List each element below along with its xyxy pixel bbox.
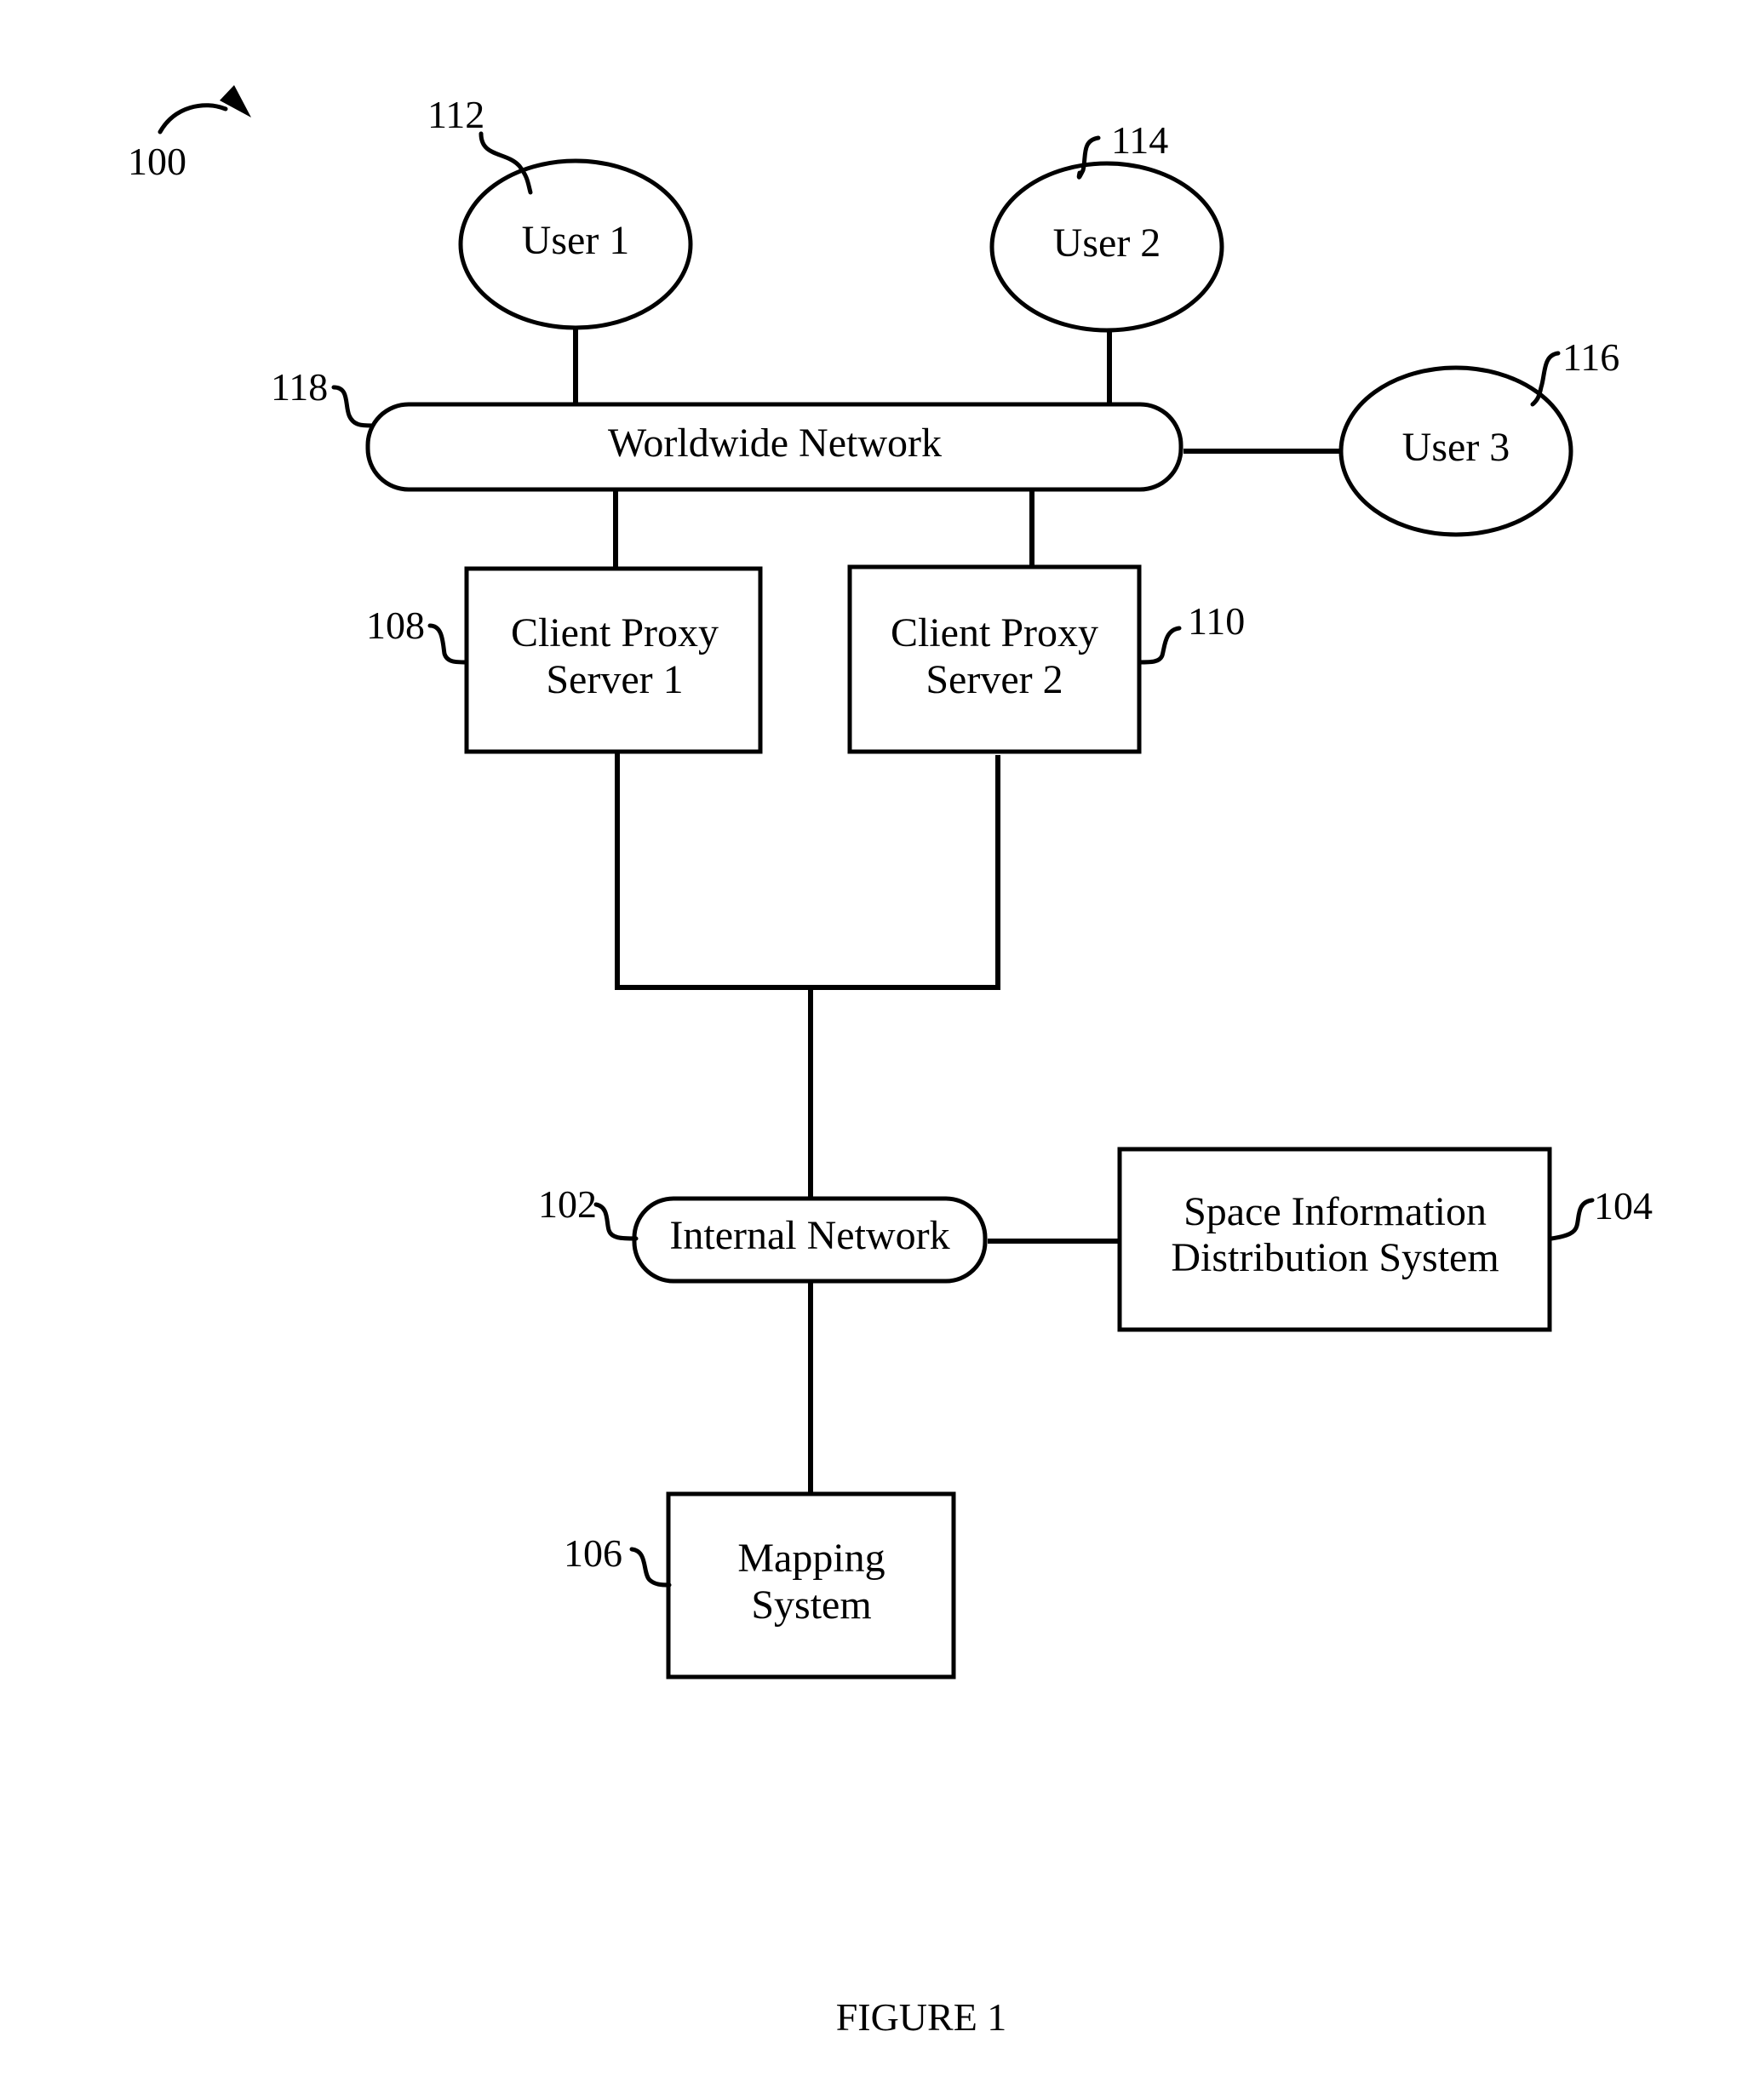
figure-ref-arrowhead-icon	[220, 85, 251, 117]
user-1-label: User 1	[522, 218, 630, 263]
user-3-label: User 3	[1402, 425, 1510, 470]
internal-network-ref: 102	[538, 1182, 597, 1226]
node-internal-network: Internal Network 102	[538, 1182, 988, 1284]
mapping-system-ref: 106	[564, 1531, 622, 1575]
worldwide-network-ref-leader	[331, 385, 375, 428]
mapping-system-label-line-2: System	[751, 1582, 871, 1628]
worldwide-network-label: Worldwide Network	[608, 421, 942, 466]
node-user-1: User 1 112	[427, 93, 693, 330]
node-user-3: User 3 116	[1338, 335, 1619, 537]
internal-network-label: Internal Network	[669, 1213, 949, 1258]
system-diagram: 100 User 1 112 User 2 114 User 3 116 Wor…	[128, 85, 1653, 2039]
client-proxy-2-label-line-1: Client Proxy	[891, 610, 1098, 655]
user-3-ref: 116	[1562, 335, 1619, 379]
node-client-proxy-1: Client Proxy Server 1 108	[366, 566, 763, 754]
space-info-distribution-label-line-2: Distribution System	[1171, 1235, 1499, 1280]
space-info-distribution-label-line-1: Space Information	[1183, 1189, 1487, 1234]
worldwide-network-ref: 118	[271, 365, 328, 409]
mapping-system-label-line-1: Mapping	[737, 1536, 885, 1581]
node-space-info-distribution: Space Information Distribution System 10…	[1117, 1147, 1653, 1332]
node-user-2: User 2 114	[989, 118, 1224, 333]
internal-network-ref-leader	[593, 1202, 639, 1241]
client-proxy-1-label-line-1: Client Proxy	[511, 610, 719, 655]
space-info-distribution-ref-leader	[1549, 1198, 1595, 1241]
node-client-proxy-2: Client Proxy Server 2 110	[847, 564, 1245, 754]
client-proxy-1-ref: 108	[366, 604, 425, 647]
client-proxy-1-label-line-2: Server 1	[546, 657, 683, 702]
figure-ref-100: 100	[128, 85, 251, 183]
node-worldwide-network: Worldwide Network 118	[271, 365, 1183, 492]
figure-ref-label: 100	[128, 140, 186, 183]
mapping-system-ref-leader	[629, 1547, 672, 1588]
client-proxy-2-ref: 110	[1188, 599, 1245, 643]
user-1-ref: 112	[427, 93, 484, 136]
client-proxy-2-ref-leader	[1137, 626, 1182, 665]
figure-ref-arrow-icon	[158, 103, 228, 134]
client-proxy-2-label-line-2: Server 2	[926, 657, 1063, 702]
edge-proxies-internal	[615, 753, 1000, 990]
figure-caption: FIGURE 1	[836, 1995, 1007, 2039]
user-2-ref: 114	[1111, 118, 1168, 162]
client-proxy-1-ref-leader	[427, 623, 469, 665]
space-info-distribution-ref: 104	[1594, 1184, 1653, 1227]
user-2-label: User 2	[1053, 220, 1161, 266]
node-mapping-system: Mapping System 106	[564, 1491, 956, 1679]
